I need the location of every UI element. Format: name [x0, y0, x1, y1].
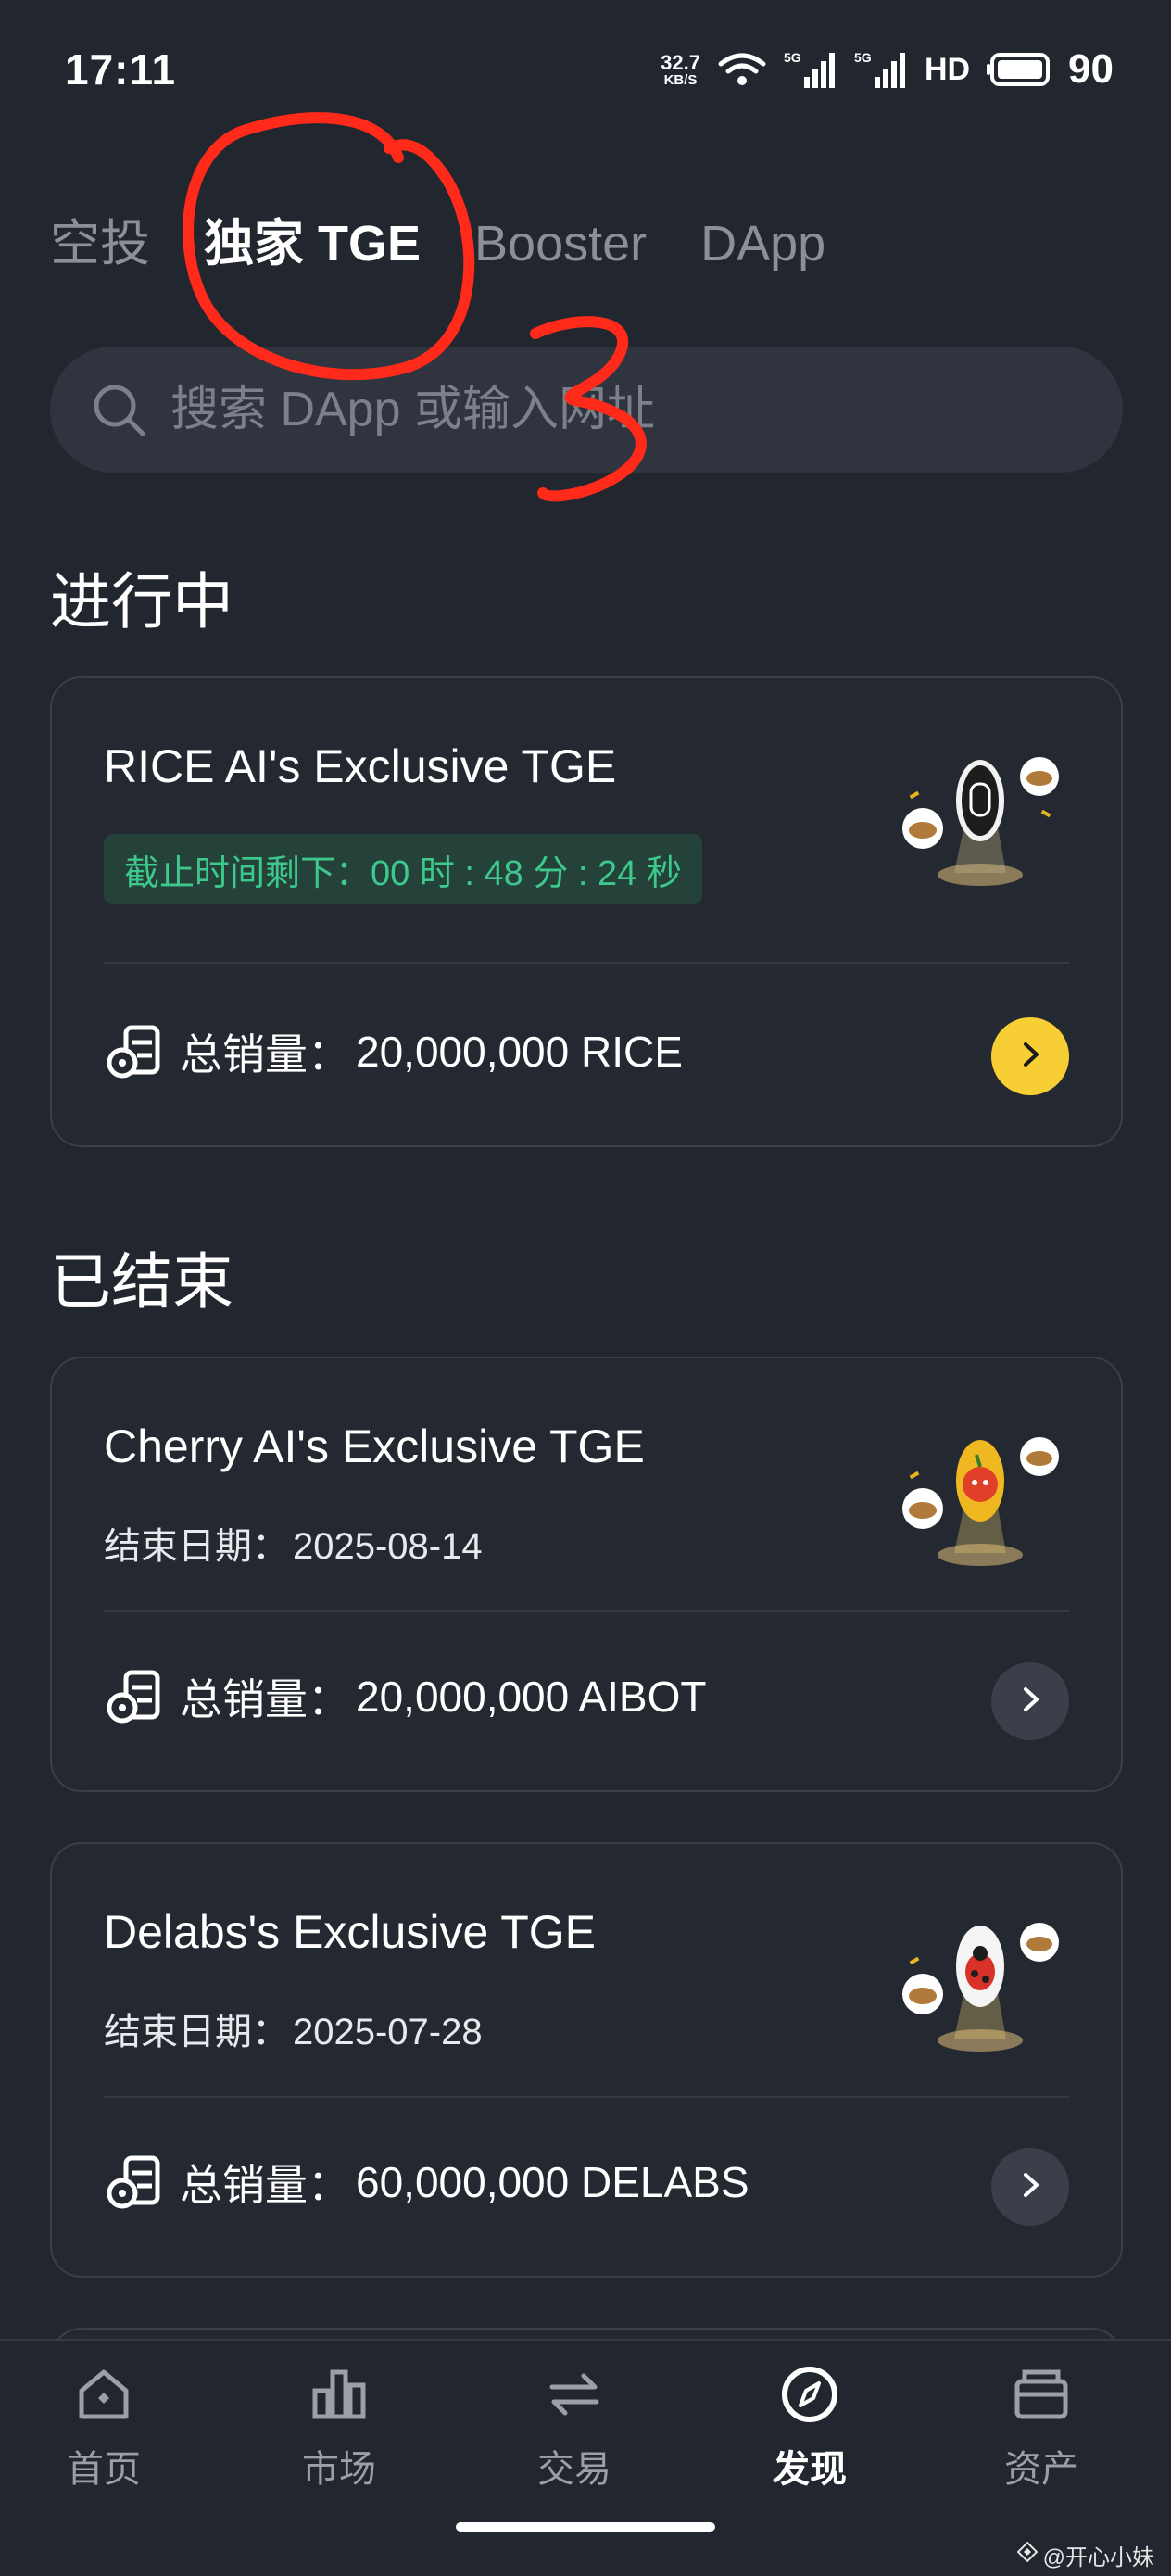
supply-label: 总销量： [180, 1675, 350, 1724]
supply-row: 总销量： 20,000,000 RICE [104, 1021, 683, 1082]
card-divider [104, 962, 1069, 964]
coins-icon [104, 2153, 163, 2212]
chevron-right-icon [1014, 2168, 1047, 2206]
network-speed-unit: KB/S [663, 71, 698, 88]
card-title: Cherry AI's Exclusive TGE [104, 1421, 645, 1472]
card-title: RICE AI's Exclusive TGE [104, 740, 617, 792]
section-title-ended: 已结束 [50, 1247, 233, 1316]
end-date-label: 结束日期： [104, 2012, 289, 2052]
diamond-logo-icon [1016, 2541, 1039, 2569]
signal-5g-icon: 5G [784, 49, 837, 90]
end-date-value: 2025-08-14 [293, 1526, 483, 1567]
top-tabs: 空投 独家 TGE Booster DApp [50, 202, 879, 275]
wifi-icon [717, 51, 767, 88]
nav-trade[interactable]: 交易 [500, 2363, 648, 2493]
supply-label: 总销量： [180, 1030, 350, 1079]
nav-label: 发现 [773, 2449, 847, 2490]
nav-label: 资产 [1004, 2449, 1078, 2490]
battery-level: 90 [1068, 46, 1114, 92]
card-divider [104, 1610, 1069, 1612]
supply-value: 60,000,000 DELABS [356, 2158, 749, 2206]
market-icon [308, 2363, 371, 2426]
supply-row: 总销量： 20,000,000 AIBOT [104, 1666, 707, 1727]
nav-assets[interactable]: 资产 [967, 2363, 1115, 2493]
hd-badge: HD [924, 51, 971, 87]
end-date-value: 2025-07-28 [293, 2012, 483, 2052]
discover-icon [778, 2363, 841, 2426]
network-speed: 32.7 KB/S [661, 50, 700, 88]
bottom-nav: 首页 市场 交易 发现 资产 [0, 2339, 1171, 2576]
end-date: 结束日期： 2025-07-28 [104, 2001, 483, 2055]
nav-market[interactable]: 市场 [265, 2363, 413, 2493]
svg-text:5G: 5G [784, 50, 801, 65]
open-tge-button[interactable] [991, 1662, 1069, 1740]
nav-label: 首页 [67, 2449, 141, 2490]
nav-label: 市场 [302, 2449, 376, 2490]
svg-text:5G: 5G [854, 50, 872, 65]
wallet-icon [1010, 2363, 1073, 2426]
open-tge-button[interactable] [991, 1017, 1069, 1095]
search-input[interactable] [170, 382, 1004, 437]
nav-home[interactable]: 首页 [30, 2363, 178, 2493]
watermark-text: @开心小妹 [1042, 2545, 1154, 2570]
coins-icon [104, 1667, 163, 1726]
home-indicator [456, 2522, 715, 2532]
trade-icon [543, 2363, 606, 2426]
home-icon [72, 2363, 135, 2426]
card-divider [104, 2096, 1069, 2098]
end-date-label: 结束日期： [104, 1526, 289, 1567]
search-icon [89, 380, 148, 439]
app-screen: 17:11 32.7 KB/S 5G 5G HD 90 空投 独家 TGE Bo… [0, 0, 1171, 2576]
supply-value: 20,000,000 AIBOT [356, 1673, 707, 1721]
status-time: 17:11 [65, 45, 177, 94]
tab-exclusive-tge[interactable]: 独家 TGE [204, 202, 421, 275]
tge-card-cherry[interactable]: Cherry AI's Exclusive TGE 结束日期： 2025-08-1… [50, 1357, 1123, 1792]
tab-dapp[interactable]: DApp [700, 215, 825, 272]
nav-discover[interactable]: 发现 [736, 2363, 884, 2493]
tab-airdrop[interactable]: 空投 [50, 202, 150, 275]
status-icons: 32.7 KB/S 5G 5G HD 90 [661, 46, 1114, 93]
section-title-ongoing: 进行中 [50, 567, 233, 636]
chevron-right-icon [1014, 1683, 1047, 1721]
rice-token-illustration [902, 757, 1059, 886]
watermark: @开心小妹 [1016, 2539, 1154, 2571]
battery-icon [987, 53, 1051, 86]
tab-booster[interactable]: Booster [474, 215, 647, 272]
nav-label: 交易 [537, 2449, 611, 2490]
search-bar[interactable] [50, 347, 1123, 473]
supply-label: 总销量： [180, 2161, 350, 2209]
open-tge-button[interactable] [991, 2148, 1069, 2226]
chevron-right-icon [1014, 1038, 1047, 1076]
supply-row: 总销量： 60,000,000 DELABS [104, 2152, 749, 2213]
tge-card-delabs[interactable]: Delabs's Exclusive TGE 结束日期：2025-07-28 [50, 1842, 1123, 2278]
coins-icon [104, 1022, 163, 1081]
signal-5g-icon-2: 5G [854, 49, 908, 90]
card-title: Delabs's Exclusive TGE [104, 1906, 597, 1958]
delabs-token-illustration [902, 1923, 1059, 2052]
end-date: 结束日期： 2025-08-14 [104, 1516, 483, 1570]
countdown-badge: 截止时间剩下：00 时 : 48 分 : 24 秒 [104, 834, 702, 904]
network-speed-value: 32.7 [661, 50, 700, 74]
supply-value: 20,000,000 RICE [356, 1028, 683, 1076]
cherry-token-illustration [902, 1437, 1059, 1566]
status-bar: 17:11 32.7 KB/S 5G 5G HD 90 [0, 0, 1171, 139]
tge-card-rice[interactable]: RICE AI's Exclusive TGE 截止时间剩下：00 时 : 48… [50, 676, 1123, 1147]
